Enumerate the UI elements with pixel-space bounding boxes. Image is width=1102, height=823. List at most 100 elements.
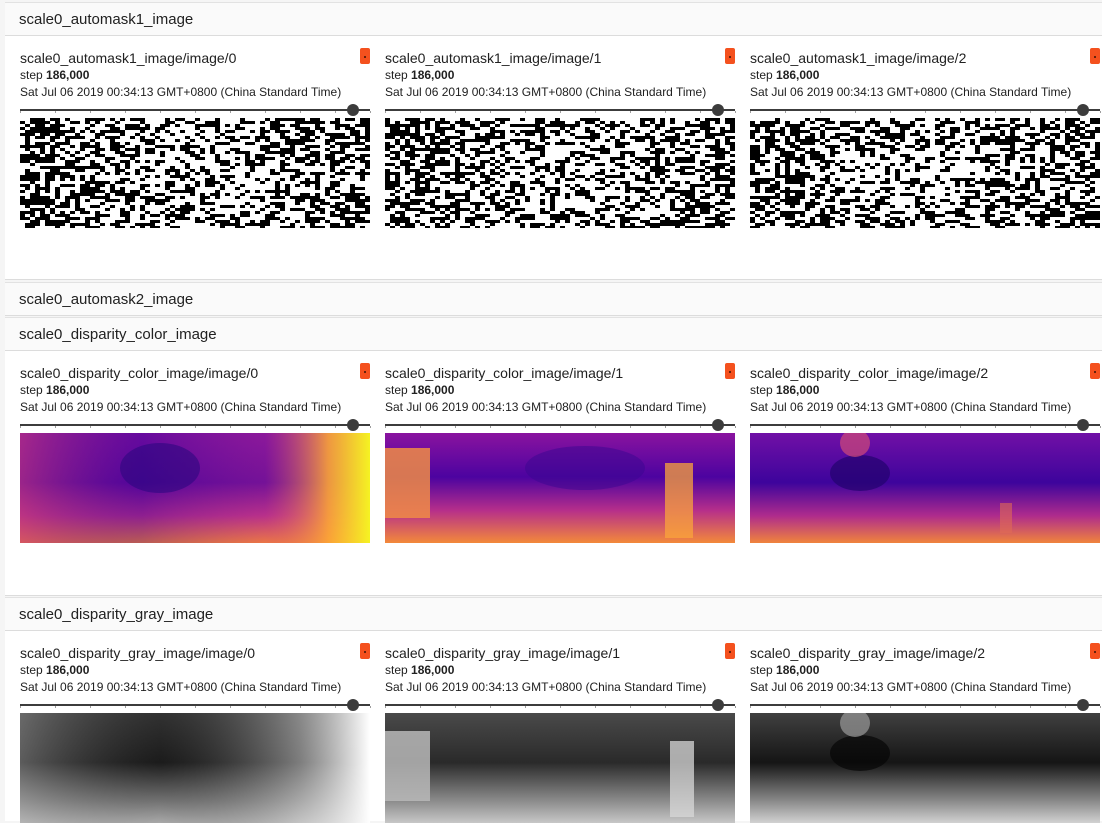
slider-tick xyxy=(1065,426,1066,428)
pin-icon[interactable] xyxy=(360,363,370,379)
slider-tick xyxy=(995,706,996,708)
slider-tick xyxy=(195,706,196,708)
slider-tick xyxy=(1030,706,1031,708)
card-title: scale0_disparity_color_image/image/0 xyxy=(20,365,259,381)
card-title: scale0_automask1_image/image/1 xyxy=(385,50,602,66)
step-slider-track[interactable] xyxy=(750,109,1101,113)
step-info: step 186,000 xyxy=(385,68,455,82)
slider-tick xyxy=(1100,111,1101,113)
section-body-automask1: scale0_automask1_image/image/0 step 186,… xyxy=(5,36,1102,280)
step-slider-thumb[interactable] xyxy=(1076,104,1089,116)
step-slider-thumb[interactable] xyxy=(711,419,724,431)
disparity-gray-image xyxy=(385,713,735,823)
step-value: 186,000 xyxy=(776,68,820,82)
section-header-automask2[interactable]: scale0_automask2_image xyxy=(5,282,1102,316)
slider-tick xyxy=(20,111,21,113)
pin-icon[interactable] xyxy=(1090,363,1100,379)
pin-icon[interactable] xyxy=(725,363,735,379)
card-title: scale0_automask1_image/image/2 xyxy=(750,50,967,66)
slider-tick xyxy=(665,111,666,113)
slider-tick xyxy=(370,111,371,113)
section-header-disparity-color[interactable]: scale0_disparity_color_image xyxy=(5,317,1102,351)
slider-tick xyxy=(125,426,126,428)
slider-tick xyxy=(820,111,821,113)
step-slider-thumb[interactable] xyxy=(346,699,359,711)
step-slider-track[interactable] xyxy=(750,424,1101,428)
step-value: 186,000 xyxy=(46,383,90,397)
slider-tick xyxy=(90,111,91,113)
step-slider-thumb[interactable] xyxy=(711,699,724,711)
slider-tick xyxy=(1100,706,1101,708)
wall-time: Sat Jul 06 2019 00:34:13 GMT+0800 (China… xyxy=(20,85,342,99)
step-info: step 186,000 xyxy=(20,68,90,82)
slider-tick xyxy=(370,706,371,708)
slider-tick xyxy=(420,706,421,708)
step-slider-thumb[interactable] xyxy=(346,104,359,116)
pin-icon[interactable] xyxy=(360,643,370,659)
pin-icon[interactable] xyxy=(1090,48,1100,64)
slider-tick xyxy=(335,111,336,113)
section-title: scale0_automask2_image xyxy=(19,291,194,308)
step-slider-track[interactable] xyxy=(20,424,371,428)
binary-mask-image xyxy=(750,118,1100,228)
pin-icon[interactable] xyxy=(1090,643,1100,659)
step-slider-thumb[interactable] xyxy=(346,419,359,431)
step-value: 186,000 xyxy=(411,663,455,677)
slider-tick xyxy=(160,426,161,428)
step-info: step 186,000 xyxy=(750,383,820,397)
step-value: 186,000 xyxy=(46,68,90,82)
slider-tick xyxy=(490,426,491,428)
slider-tick xyxy=(595,111,596,113)
section-header-disparity-gray[interactable]: scale0_disparity_gray_image xyxy=(5,597,1102,631)
section-title: scale0_disparity_gray_image xyxy=(19,606,214,623)
slider-tick xyxy=(20,706,21,708)
step-slider-track[interactable] xyxy=(385,109,736,113)
slider-tick xyxy=(420,426,421,428)
slider-tick xyxy=(455,426,456,428)
slider-tick xyxy=(55,426,56,428)
slider-tick xyxy=(195,426,196,428)
slider-tick xyxy=(630,706,631,708)
step-value: 186,000 xyxy=(46,663,90,677)
step-slider-track[interactable] xyxy=(750,704,1101,708)
pin-icon[interactable] xyxy=(725,48,735,64)
slider-tick xyxy=(1065,111,1066,113)
mask-image xyxy=(385,118,735,228)
disparity-color-image xyxy=(750,433,1100,543)
slider-tick xyxy=(125,111,126,113)
step-slider-track[interactable] xyxy=(385,704,736,708)
section-title: scale0_automask1_image xyxy=(19,11,194,28)
step-slider-track[interactable] xyxy=(20,109,371,113)
slider-tick xyxy=(855,426,856,428)
pin-icon[interactable] xyxy=(725,643,735,659)
step-slider-thumb[interactable] xyxy=(1076,699,1089,711)
slider-tick xyxy=(820,706,821,708)
card-title: scale0_disparity_gray_image/image/2 xyxy=(750,645,986,661)
step-slider-thumb[interactable] xyxy=(711,104,724,116)
slider-tick xyxy=(890,111,891,113)
step-value: 186,000 xyxy=(411,383,455,397)
slider-tick xyxy=(125,706,126,708)
wall-time: Sat Jul 06 2019 00:34:13 GMT+0800 (China… xyxy=(385,680,707,694)
slider-tick xyxy=(735,426,736,428)
slider-tick xyxy=(385,426,386,428)
slider-tick xyxy=(525,111,526,113)
slider-tick xyxy=(1030,426,1031,428)
slider-tick xyxy=(890,426,891,428)
slider-tick xyxy=(960,706,961,708)
slider-tick xyxy=(230,426,231,428)
pin-icon[interactable] xyxy=(360,48,370,64)
slider-tick xyxy=(735,706,736,708)
slider-tick xyxy=(55,706,56,708)
step-slider-track[interactable] xyxy=(385,424,736,428)
slider-tick xyxy=(700,706,701,708)
slider-tick xyxy=(750,706,751,708)
slider-tick xyxy=(490,111,491,113)
slider-tick xyxy=(90,426,91,428)
slider-tick xyxy=(160,111,161,113)
disparity-gray-image xyxy=(20,713,370,823)
slider-tick xyxy=(335,426,336,428)
section-header-automask1[interactable]: scale0_automask1_image xyxy=(5,2,1102,36)
step-slider-track[interactable] xyxy=(20,704,371,708)
step-slider-thumb[interactable] xyxy=(1076,419,1089,431)
